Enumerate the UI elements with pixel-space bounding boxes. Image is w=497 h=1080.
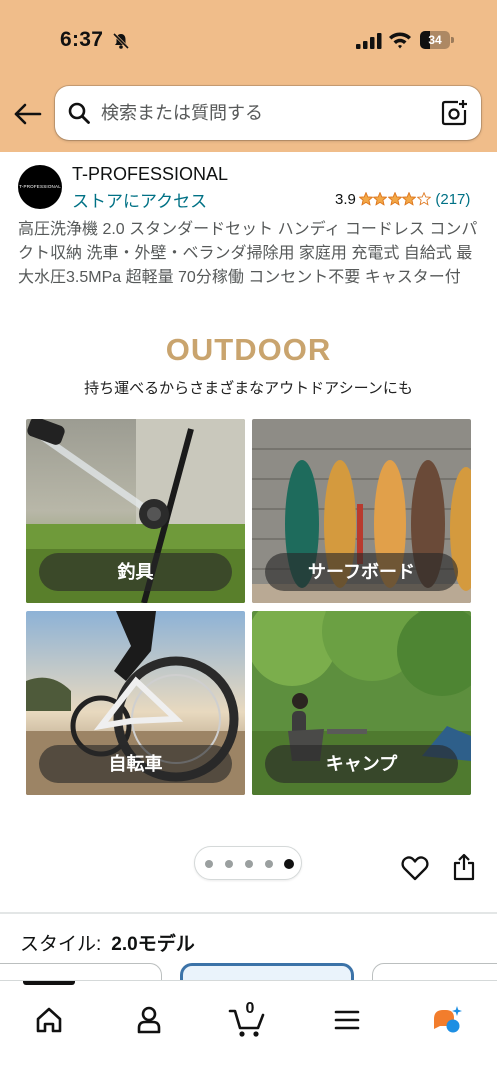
battery-level: 34 [428,33,442,47]
brand-logo[interactable]: T-PROFESSIONAL [18,165,62,209]
rating-value: 3.9 [335,190,356,208]
tile-bicycle[interactable]: 自転車 [26,611,245,795]
back-arrow-icon[interactable] [12,98,44,130]
rufus-assistant-icon [434,1006,462,1033]
product-page: 6:37 34 検索または質問する T-PROFESSIONAL T-PROFE… [0,0,497,1080]
star-icon [416,192,431,206]
brand-logo-text: T-PROFESSIONAL [19,184,61,189]
star-icon [358,192,373,206]
camera-search-icon[interactable] [440,99,468,127]
status-bar: 6:37 34 [0,0,497,84]
tile-surfboard[interactable]: サーフボード [252,419,471,603]
search-input[interactable] [101,98,431,128]
nav-rufus[interactable] [420,995,470,1045]
share-icon[interactable] [452,853,476,881]
search-bar[interactable] [55,86,481,140]
carousel-dot[interactable] [205,860,213,868]
carousel-indicator[interactable] [194,846,302,880]
app-header: 6:37 34 [0,0,497,152]
product-title: 高圧洗浄機 2.0 スタンダードセット ハンディ コードレス コンパクト収納 洗… [18,221,478,286]
star-icon [373,192,388,206]
star-icon [402,192,417,206]
status-time: 6:37 [60,28,104,51]
tile-label: キャンプ [265,745,458,783]
tile-fishing[interactable]: 釣具 [26,419,245,603]
carousel-dot-active[interactable] [284,859,294,869]
carousel-dot[interactable] [225,860,233,868]
nav-menu[interactable] [322,995,372,1045]
heart-icon[interactable] [401,855,429,881]
tile-camping[interactable]: キャンプ [252,611,471,795]
search-icon [68,102,90,124]
carousel-dot[interactable] [245,860,253,868]
battery-indicator: 34 [420,31,454,49]
wifi-icon [389,32,411,49]
section-divider [0,912,497,914]
style-label: スタイル: [20,934,102,955]
outdoor-heading: OUTDOOR [165,332,332,367]
style-selector-label: スタイル: 2.0モデル [20,929,195,956]
tile-label: 自転車 [39,745,232,783]
cellular-signal-icon [356,33,382,49]
carousel-dot[interactable] [265,860,273,868]
menu-icon [334,1010,360,1030]
tile-label: 釣具 [39,553,232,591]
silent-bell-icon [112,32,130,50]
rating-count[interactable]: (217) [435,191,470,208]
style-value: 2.0モデル [111,934,195,955]
rating-stars [358,192,432,206]
active-tab-indicator [23,981,75,985]
tile-label: サーフボード [265,553,458,591]
star-icon [387,192,402,206]
nav-home[interactable] [24,995,74,1045]
brand-name[interactable]: T-PROFESSIONAL [72,164,228,185]
bottom-navigation: 0 [0,980,497,1080]
cart-count: 0 [245,1000,255,1017]
rating-summary[interactable]: 3.9 (217) [335,189,470,209]
user-icon [137,1006,161,1034]
visit-store-link[interactable]: ストアにアクセス [72,187,207,212]
outdoor-subheading: 持ち運べるからさまざまなアウトドアシーンにも [84,380,413,397]
home-icon [36,1007,62,1033]
nav-cart[interactable]: 0 [222,995,272,1045]
nav-account[interactable] [124,995,174,1045]
